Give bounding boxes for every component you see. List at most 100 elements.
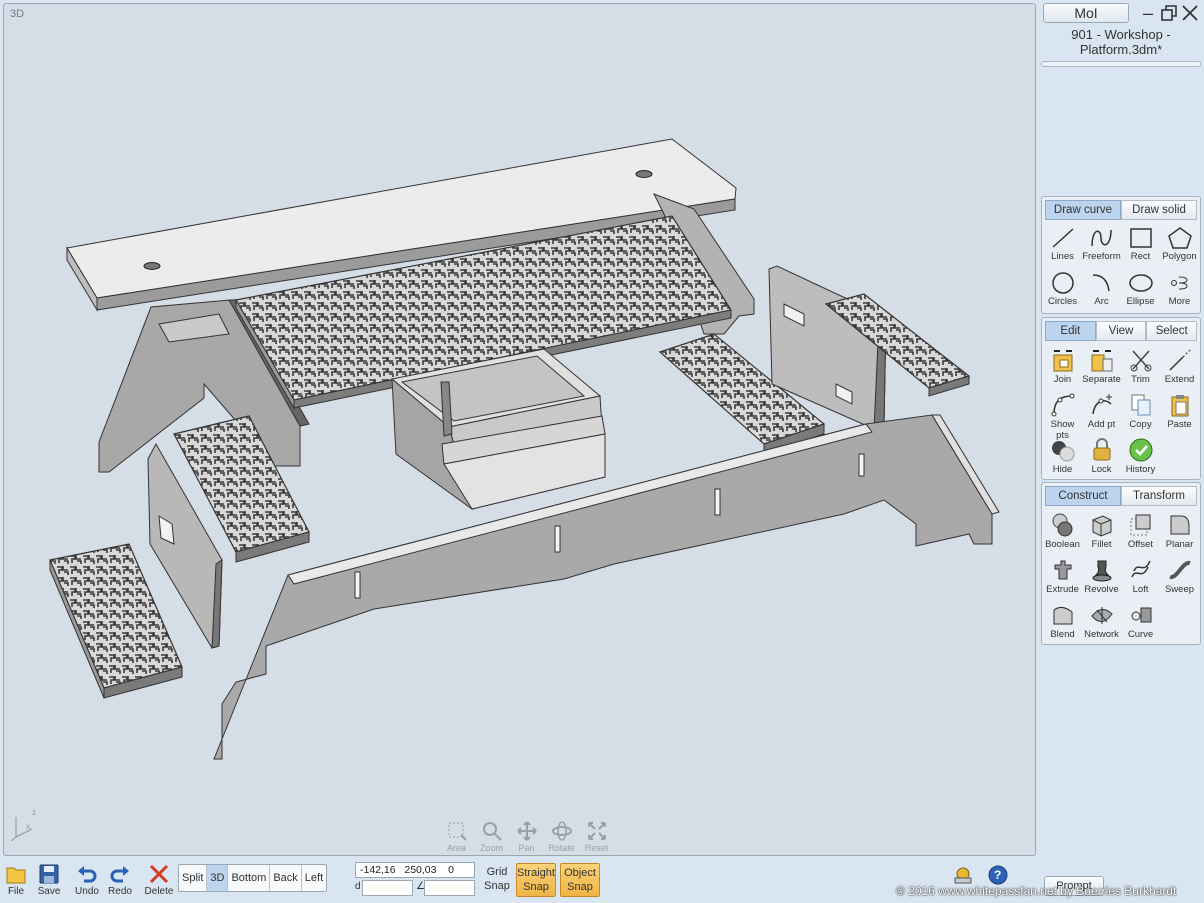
object-snap-line1: Object [564, 867, 596, 879]
object-snap-line2: Snap [567, 881, 593, 893]
tab-view[interactable]: View [1095, 321, 1147, 341]
view-3d[interactable]: 3D [207, 865, 229, 891]
hide-tool[interactable]: Hide [1043, 435, 1082, 480]
rotate-icon [551, 821, 572, 841]
show-points-tool[interactable]: Show pts [1043, 390, 1082, 441]
bottom-toolbar: File Save Undo Redo Delete Split 3D Bott… [0, 858, 1036, 903]
copyright-watermark: © 2016 www.whitepassfan.net by Boerries … [896, 884, 1177, 898]
construct-tabs: Construct Transform [1045, 486, 1197, 506]
sweep-tool[interactable]: Sweep [1160, 555, 1199, 600]
boolean-tool[interactable]: Boolean [1043, 510, 1082, 555]
model-scene[interactable] [4, 4, 1036, 856]
grid-snap-toggle[interactable]: Grid Snap [482, 865, 512, 893]
distance-label: d [355, 881, 361, 892]
save-button[interactable]: Save [36, 863, 62, 897]
tab-draw-solid[interactable]: Draw solid [1121, 200, 1197, 220]
lock-tool[interactable]: Lock [1082, 435, 1121, 480]
app-menu-button[interactable]: MoI [1043, 3, 1129, 23]
save-label: Save [37, 886, 61, 897]
circles-tool[interactable]: Circles [1043, 269, 1082, 314]
view-bottom[interactable]: Bottom [228, 865, 271, 891]
copy-tool[interactable]: Copy [1121, 390, 1160, 435]
area-zoom-icon [448, 822, 467, 841]
planar-tool[interactable]: Planar [1160, 510, 1199, 555]
restore-button[interactable] [1159, 3, 1179, 23]
front-side-frame[interactable] [213, 414, 1000, 760]
fillet-tool[interactable]: Fillet [1082, 510, 1121, 555]
separate-icon [1091, 350, 1112, 372]
grate-tile-left-lower[interactable] [49, 543, 183, 699]
view-split[interactable]: Split [179, 865, 208, 891]
history-icon [1129, 438, 1152, 462]
tab-construct[interactable]: Construct [1045, 486, 1121, 506]
3d-viewport[interactable]: 3D Area Zoom Pan Rotate Reset z x [3, 3, 1036, 856]
join-tool[interactable]: Join [1043, 345, 1082, 390]
view-left[interactable]: Left [302, 865, 326, 891]
redo-icon [110, 866, 129, 883]
circle-icon [1051, 272, 1074, 294]
view-back[interactable]: Back [270, 865, 302, 891]
hide-icon [1051, 441, 1074, 462]
history-tool[interactable]: History [1121, 435, 1160, 480]
redo-button[interactable]: Redo [107, 863, 133, 897]
close-button[interactable] [1180, 3, 1200, 23]
restore-icon [1161, 5, 1177, 21]
coordinate-readout[interactable]: -142,16 250,03 0 [355, 862, 475, 878]
paste-tool[interactable]: Paste [1160, 390, 1199, 435]
drawer-box[interactable] [390, 348, 606, 511]
undo-button[interactable]: Undo [74, 863, 100, 897]
extrude-tool[interactable]: Extrude [1043, 555, 1082, 600]
edit-palette: Edit View Select Join Separate Trim Exte… [1041, 317, 1201, 480]
tab-draw-curve[interactable]: Draw curve [1045, 200, 1121, 220]
blend-tool[interactable]: Blend [1043, 600, 1082, 645]
offset-tool[interactable]: Offset [1121, 510, 1160, 555]
object-snap-toggle[interactable]: Object Snap [560, 863, 600, 897]
save-icon [39, 864, 59, 884]
loft-tool[interactable]: Loft [1121, 555, 1160, 600]
lines-tool[interactable]: Lines [1043, 224, 1082, 269]
options-icon[interactable] [954, 867, 972, 884]
angle-input[interactable] [424, 880, 475, 896]
tab-transform[interactable]: Transform [1121, 486, 1197, 506]
polygon-tool[interactable]: Polygon [1160, 224, 1199, 269]
curve-tool[interactable]: Curve [1121, 600, 1160, 645]
coordinate-entry: -142,16 250,03 0 d ∠ [355, 862, 475, 898]
rotate-button[interactable]: Rotate [545, 820, 578, 853]
rect-tool[interactable]: Rect [1121, 224, 1160, 269]
minimize-button[interactable]: ‒ [1138, 3, 1158, 23]
straight-snap-toggle[interactable]: Straight Snap [516, 863, 556, 897]
copy-label: Copy [1129, 419, 1152, 430]
tab-edit[interactable]: Edit [1045, 321, 1096, 341]
pan-button[interactable]: Pan [510, 820, 543, 853]
lines-icon [1051, 228, 1074, 248]
area-zoom-button[interactable]: Area [440, 820, 473, 853]
reset-view-button[interactable]: Reset [580, 820, 613, 853]
ellipse-tool[interactable]: Ellipse [1121, 269, 1160, 314]
add-point-tool[interactable]: Add pt [1082, 390, 1121, 435]
file-progress-bar [1041, 61, 1201, 67]
trim-label: Trim [1131, 374, 1150, 385]
curve-label: Curve [1127, 629, 1154, 640]
planar-icon [1170, 515, 1189, 535]
help-icon[interactable]: ? [988, 865, 1008, 885]
lock-icon [1093, 438, 1110, 461]
revolve-tool[interactable]: Revolve [1082, 555, 1121, 600]
boolean-icon [1052, 513, 1072, 537]
delete-button[interactable]: Delete [142, 863, 176, 897]
tab-select[interactable]: Select [1146, 321, 1198, 341]
arc-tool[interactable]: Arc [1082, 269, 1121, 314]
blend-icon [1053, 606, 1072, 625]
rect-label: Rect [1130, 251, 1151, 262]
revolve-label: Revolve [1084, 584, 1119, 595]
more-tool[interactable]: More [1160, 269, 1199, 314]
separate-tool[interactable]: Separate [1082, 345, 1121, 390]
freeform-tool[interactable]: Freeform [1082, 224, 1121, 269]
extend-tool[interactable]: Extend [1160, 345, 1199, 390]
zoom-button[interactable]: Zoom [475, 820, 508, 853]
add-point-label: Add pt [1087, 419, 1116, 430]
distance-input[interactable] [362, 880, 413, 896]
file-button[interactable]: File [5, 863, 27, 897]
copy-icon [1131, 394, 1150, 416]
trim-tool[interactable]: Trim [1121, 345, 1160, 390]
network-tool[interactable]: Network [1082, 600, 1121, 645]
